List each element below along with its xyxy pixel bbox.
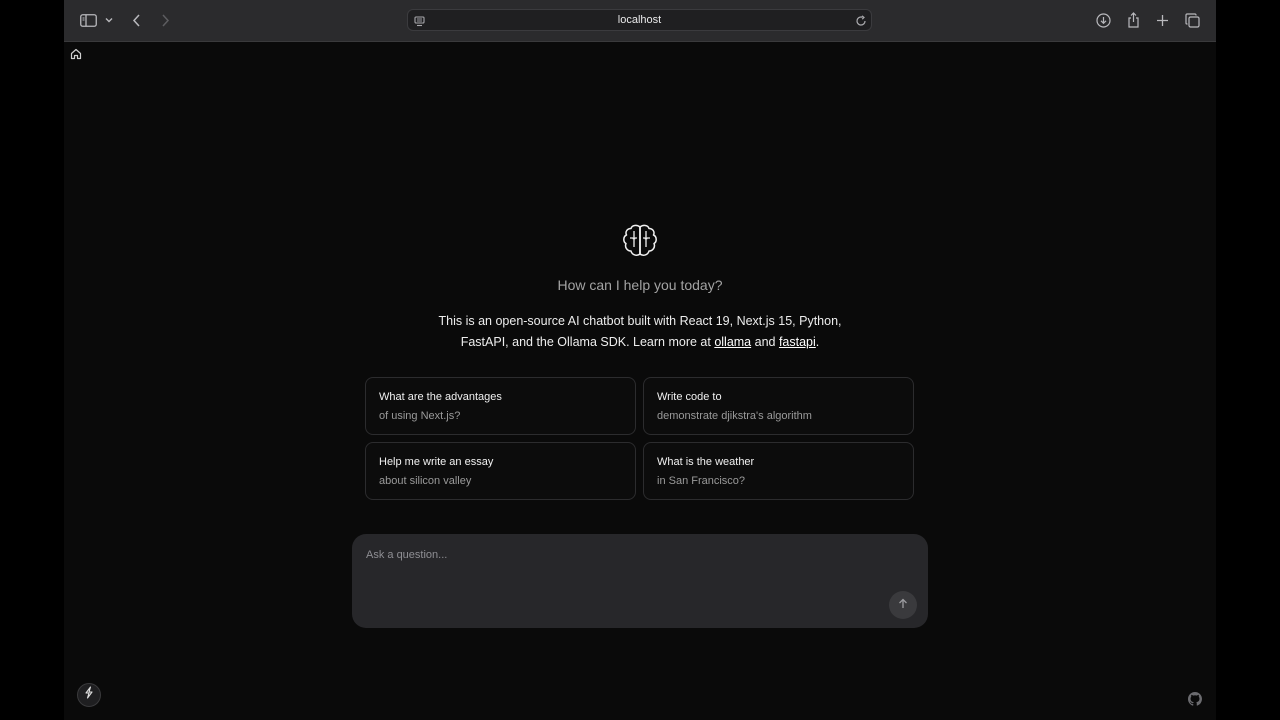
browser-window: localhost How can I help you today? This… xyxy=(64,0,1216,720)
suggestion-card[interactable]: Help me write an essay about silicon val… xyxy=(365,442,636,500)
sidebar-icon[interactable] xyxy=(80,10,97,30)
ollama-link[interactable]: ollama xyxy=(714,335,751,349)
send-button[interactable] xyxy=(889,591,917,619)
browser-toolbar: localhost xyxy=(64,0,1216,42)
forward-icon[interactable] xyxy=(161,10,170,30)
intro-and-text: and xyxy=(751,335,779,349)
suggestion-title: What are the advantages xyxy=(379,391,502,403)
question-input[interactable] xyxy=(366,545,846,565)
new-tab-icon[interactable] xyxy=(1156,10,1169,30)
suggestion-subtitle: demonstrate djikstra's algorithm xyxy=(657,410,812,422)
suggestion-grid: What are the advantages of using Next.js… xyxy=(365,377,915,500)
intro-end-text: . xyxy=(815,335,820,349)
address-bar[interactable]: localhost xyxy=(407,9,872,31)
url-text: localhost xyxy=(617,14,662,26)
message-composer xyxy=(352,534,928,628)
arrow-up-icon xyxy=(898,596,908,614)
suggestion-title: Write code to xyxy=(657,391,722,403)
suggestion-subtitle: of using Next.js? xyxy=(379,410,461,422)
suggestion-title: What is the weather xyxy=(657,456,755,468)
nextjs-devtools-button[interactable] xyxy=(77,683,101,707)
github-icon[interactable] xyxy=(1188,692,1202,711)
suggestion-card[interactable]: Write code to demonstrate djikstra's alg… xyxy=(643,377,914,435)
reload-icon[interactable] xyxy=(855,14,867,32)
tab-overview-icon[interactable] xyxy=(1185,10,1200,30)
bolt-icon xyxy=(84,686,94,704)
chevron-down-icon[interactable] xyxy=(105,10,113,30)
suggestion-title: Help me write an essay xyxy=(379,456,494,468)
suggestion-card[interactable]: What are the advantages of using Next.js… xyxy=(365,377,636,435)
suggestion-subtitle: about silicon valley xyxy=(379,475,472,487)
fastapi-link[interactable]: fastapi xyxy=(779,335,816,349)
intro-paragraph: This is an open-source AI chatbot built … xyxy=(420,311,860,353)
suggestion-subtitle: in San Francisco? xyxy=(657,475,746,487)
back-icon[interactable] xyxy=(132,10,141,30)
download-icon[interactable] xyxy=(1096,10,1111,30)
greeting-heading: How can I help you today? xyxy=(557,277,723,293)
share-icon[interactable] xyxy=(1127,10,1140,30)
suggestion-card[interactable]: What is the weather in San Francisco? xyxy=(643,442,914,500)
brain-icon xyxy=(620,223,660,264)
chat-page: How can I help you today? This is an ope… xyxy=(64,41,1216,720)
home-icon[interactable] xyxy=(70,47,82,65)
